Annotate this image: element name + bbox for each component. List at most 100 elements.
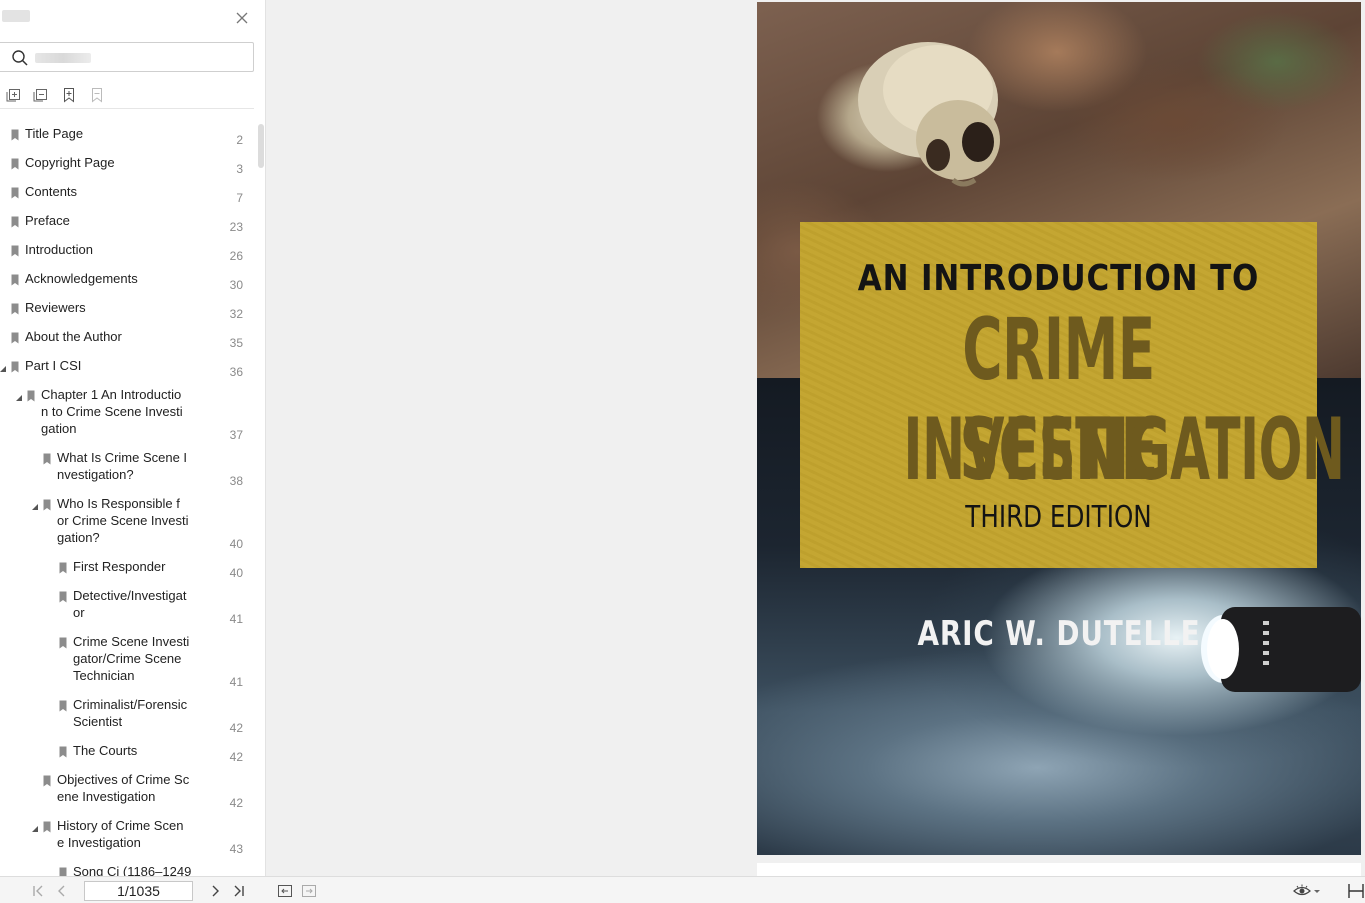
page-number-value: 1/1035: [117, 883, 160, 899]
collapse-arrow-icon[interactable]: [15, 390, 23, 402]
book-cover-page: AN INTRODUCTION TO CRIME SCENE INVESTIGA…: [757, 2, 1361, 855]
toc-item[interactable]: First Responder 40: [0, 559, 256, 580]
toc-item[interactable]: Crime Scene Investi gator/Crime Scene Te…: [0, 634, 256, 689]
toc-item-page: 42: [229, 750, 243, 764]
toc-item-page: 38: [229, 474, 243, 488]
toc-item[interactable]: Contents 7: [0, 184, 256, 205]
bookmark-icon: [11, 157, 19, 170]
last-page-icon[interactable]: [231, 883, 247, 899]
toc-item-page: 32: [229, 307, 243, 321]
toc-item-label: Crime Scene Investi gator/Crime Scene Te…: [73, 634, 190, 683]
go-forward-icon[interactable]: [301, 883, 317, 899]
toc-item-label: Criminalist/Forensic Scientist: [73, 697, 188, 729]
bookmark-icon: [59, 745, 67, 758]
toc-item[interactable]: Chapter 1 An Introductio n to Crime Scen…: [0, 387, 256, 442]
toc-item-label: Objectives of Crime Sc ene Investigation: [57, 772, 190, 804]
bookmark-icon: [27, 389, 35, 402]
toc-item-page: 3: [236, 162, 243, 176]
first-page-icon[interactable]: [30, 883, 46, 899]
toc-item-page: 2: [236, 133, 243, 147]
toc-item[interactable]: About the Author 35: [0, 329, 256, 350]
bookmark-icon: [11, 244, 19, 257]
page-number-input[interactable]: 1/1035: [84, 881, 193, 901]
bookmark-icon: [43, 452, 51, 465]
toc-item[interactable]: Song Ci (1186–1249: [0, 864, 256, 876]
bookmark-icon: [59, 866, 67, 876]
toc-item[interactable]: Introduction 26: [0, 242, 256, 263]
toc-item-page: 36: [229, 365, 243, 379]
collapse-arrow-icon[interactable]: [0, 361, 7, 373]
bookmark-icon: [11, 186, 19, 199]
toc-item-label: The Courts: [73, 743, 138, 758]
bookmark-icon: [11, 302, 19, 315]
sidebar-scrollbar[interactable]: [258, 124, 264, 168]
toc-item-label: Contents: [25, 184, 78, 199]
toc-item-label: Chapter 1 An Introductio n to Crime Scen…: [41, 387, 183, 436]
toc-item[interactable]: What Is Crime Scene I nvestigation? 38: [0, 450, 256, 488]
toc-item-label: Title Page: [25, 126, 84, 141]
cover-author: ARIC W. DUTELLE: [917, 614, 1201, 654]
toc-item-label: Part I CSI: [25, 358, 82, 373]
toc-item[interactable]: Preface 23: [0, 213, 256, 234]
toc-item-label: About the Author: [25, 329, 122, 344]
bookmark-icon: [11, 331, 19, 344]
next-page-icon[interactable]: [207, 883, 223, 899]
previous-page-icon[interactable]: [54, 883, 70, 899]
toc-item-label: History of Crime Scen e Investigation: [57, 818, 184, 850]
go-back-icon[interactable]: [277, 883, 293, 899]
toc-item-page: 40: [229, 566, 243, 580]
toc-item-page: 37: [229, 428, 243, 442]
toc-item-label: Reviewers: [25, 300, 86, 315]
bookmark-icon: [11, 273, 19, 286]
status-bar: 1/1035: [0, 876, 1365, 903]
toc-item[interactable]: Objectives of Crime Sc ene Investigation…: [0, 772, 256, 810]
toc-item-page: 30: [229, 278, 243, 292]
bookmark-icon: [43, 820, 51, 833]
toc-item[interactable]: The Courts 42: [0, 743, 256, 764]
cover-title-panel: AN INTRODUCTION TO CRIME SCENE INVESTIGA…: [800, 222, 1345, 568]
bookmark-icon: [59, 699, 67, 712]
toc-item-label: What Is Crime Scene I nvestigation?: [57, 450, 188, 482]
toc-item-label: First Responder: [73, 559, 166, 574]
read-mode-icon[interactable]: [1293, 883, 1323, 899]
bookmark-icon: [59, 590, 67, 603]
toc-item-page: 7: [236, 191, 243, 205]
toc-item-page: 35: [229, 336, 243, 350]
toc-item-label: Copyright Page: [25, 155, 115, 170]
next-page-edge: [757, 863, 1361, 876]
bookmark-icon: [59, 636, 67, 649]
bookmark-icon: [11, 360, 19, 373]
toc-item[interactable]: Who Is Responsible f or Crime Scene Inve…: [0, 496, 256, 551]
toc-item[interactable]: Title Page 2: [0, 126, 256, 147]
toc-item-page: 40: [229, 537, 243, 551]
toc-item-page: 41: [229, 612, 243, 626]
cover-title-line-2: INVESTIGATION: [903, 400, 1345, 500]
toc-item[interactable]: Detective/Investigat or 41: [0, 588, 256, 626]
cover-edition: THIRD EDITION: [965, 500, 1152, 535]
toc-item[interactable]: History of Crime Scen e Investigation 43: [0, 818, 256, 856]
bookmark-icon: [43, 774, 51, 787]
toc-item-label: Detective/Investigat or: [73, 588, 187, 620]
toc-item[interactable]: Part I CSI 36: [0, 358, 256, 379]
bookmark-sidebar: Title Page 2 Copyright Page 3 Contents 7 Prefa…: [0, 0, 266, 876]
toc-item-label: Song Ci (1186–1249: [73, 864, 192, 876]
toc-item[interactable]: Acknowledgements 30: [0, 271, 256, 292]
toc-item-page: 23: [229, 220, 243, 234]
cover-subtitle: AN INTRODUCTION TO: [857, 258, 1260, 299]
toc-item-page: 26: [229, 249, 243, 263]
toc-item[interactable]: Criminalist/Forensic Scientist 42: [0, 697, 256, 735]
toc-item-page: 42: [229, 721, 243, 735]
fit-page-icon[interactable]: [1346, 883, 1365, 899]
toc-item-page: 43: [229, 842, 243, 856]
collapse-arrow-icon[interactable]: [31, 821, 39, 833]
toc-item[interactable]: Copyright Page 3: [0, 155, 256, 176]
bookmark-icon: [59, 561, 67, 574]
document-viewer[interactable]: AN INTRODUCTION TO CRIME SCENE INVESTIGA…: [267, 0, 1365, 876]
toc-item-label: Preface: [25, 213, 70, 228]
collapse-arrow-icon[interactable]: [31, 499, 39, 511]
toc-item[interactable]: Reviewers 32: [0, 300, 256, 321]
skull-image: [858, 42, 1000, 187]
bookmark-tree: Title Page 2 Copyright Page 3 Contents 7 Prefa…: [0, 0, 256, 876]
toc-item-label: Acknowledgements: [25, 271, 138, 286]
bookmark-icon: [11, 128, 19, 141]
